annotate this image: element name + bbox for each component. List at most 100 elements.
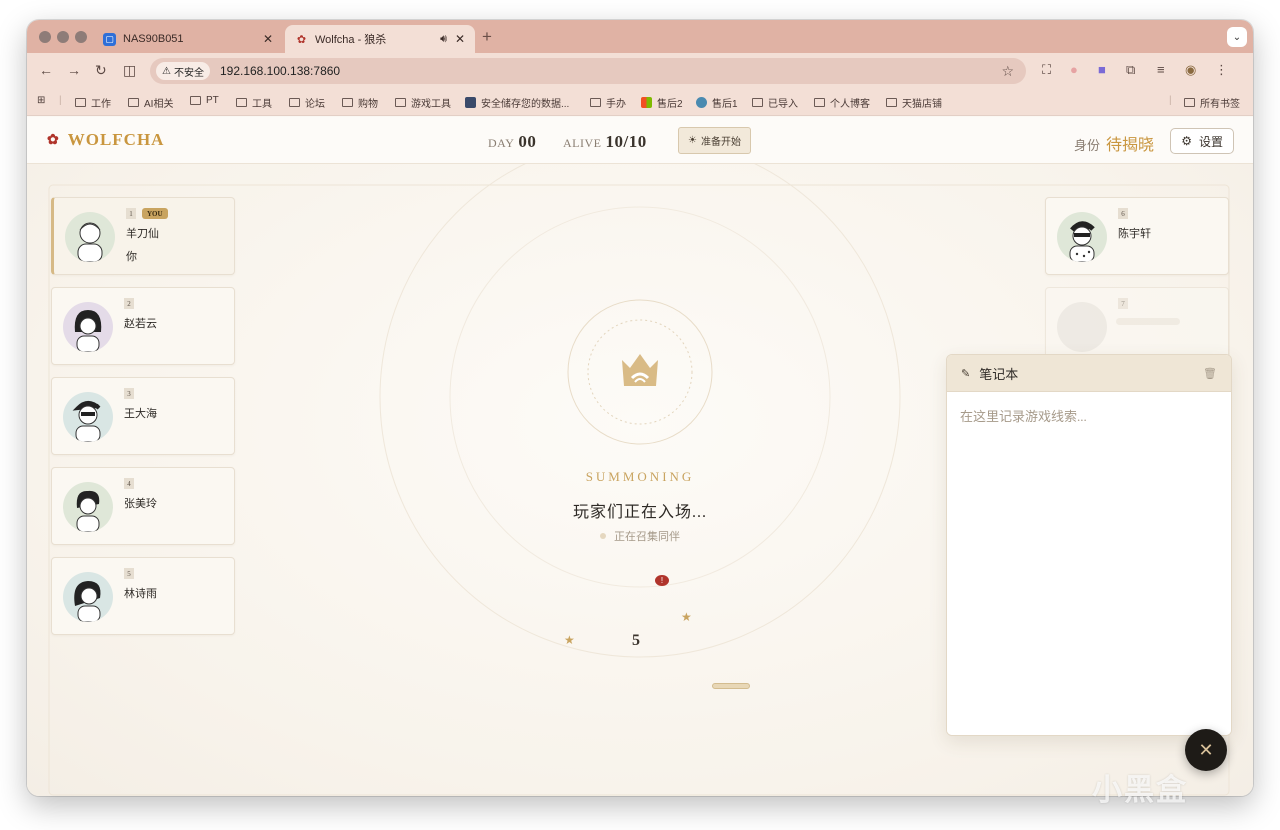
windows-icon: [641, 97, 652, 108]
star-icon: ★: [564, 633, 575, 647]
player-name: 赵若云: [124, 318, 157, 330]
player-card-1[interactable]: 1 YOU 羊刀仙 你: [51, 197, 235, 275]
player-self-label: 你: [126, 251, 137, 263]
alive-value: 10/10: [605, 132, 647, 151]
player-name: 陈宇轩: [1118, 228, 1151, 240]
game-header: ✿ WOLFCHA DAY 00 ALIVE 10/10 ☀ 准备开始 身份 待揭晓 …: [27, 117, 1253, 164]
alive-label: ALIVE: [563, 136, 602, 150]
url-text[interactable]: 192.168.100.138:7860: [220, 64, 340, 78]
speaker-icon[interactable]: 🔊︎: [440, 33, 447, 46]
gear-icon: ⚙: [1181, 134, 1192, 148]
notebook-textarea[interactable]: [947, 392, 1231, 735]
wolfcha-app: ✿ WOLFCHA DAY 00 ALIVE 10/10 ☀ 准备开始 身份 待揭晓 …: [27, 117, 1253, 796]
avatar: [65, 212, 115, 262]
bookmark-divider: |: [59, 95, 62, 106]
settings-button[interactable]: ⚙ 设置: [1170, 128, 1234, 154]
split-view-icon[interactable]: ◫: [123, 62, 136, 79]
player-name: 王大海: [124, 408, 157, 420]
tab-title: Wolfcha - 狼杀: [315, 34, 387, 46]
tab-nas[interactable]: ▢ NAS90B051 ✕: [93, 25, 283, 53]
seat-number: 1: [126, 208, 136, 219]
nas-favicon-icon: ▢: [103, 32, 116, 46]
bookmark-item[interactable]: PT: [190, 95, 219, 106]
bookmark-item[interactable]: 工具: [236, 95, 272, 110]
avatar: [63, 392, 113, 442]
profile-avatar-icon[interactable]: ◉: [1185, 62, 1196, 78]
name-skeleton: [1116, 318, 1180, 325]
you-badge: YOU: [142, 208, 168, 219]
close-tab-icon[interactable]: ✕: [455, 32, 465, 46]
more-menu-icon[interactable]: ⋮: [1215, 62, 1228, 78]
role-display: 身份 待揭晓: [1074, 131, 1154, 155]
avatar: [63, 302, 113, 352]
minimize-window-button[interactable]: [57, 31, 69, 43]
tab-title: NAS90B051: [123, 33, 184, 45]
bookmark-item[interactable]: 论坛: [289, 95, 325, 110]
trash-icon[interactable]: 🗑︎: [1203, 367, 1217, 380]
close-notebook-button[interactable]: ✕: [1185, 729, 1227, 771]
folder-icon: [236, 98, 247, 107]
bookmark-item[interactable]: 售后1: [696, 95, 738, 110]
zoom-window-button[interactable]: [75, 31, 87, 43]
seat-number: 3: [124, 388, 134, 399]
bookmarks-bar: ⊞ | 工作 AI相关 PT 工具 论坛 购物 游戏工具 安全储存您的数据...…: [27, 89, 1253, 116]
close-icon: ✕: [1198, 739, 1214, 760]
bookmark-item[interactable]: 工作: [75, 95, 111, 110]
player-card-2[interactable]: 2 赵若云: [51, 287, 235, 365]
folder-icon: [886, 98, 897, 107]
status-sub-text: 正在召集同伴: [614, 531, 680, 543]
all-bookmarks[interactable]: 所有书签: [1184, 95, 1240, 110]
reload-icon[interactable]: ↻: [95, 62, 107, 79]
extensions-puzzle-icon[interactable]: ⧉: [1126, 62, 1135, 78]
role-label: 身份: [1073, 138, 1100, 153]
bookmark-item[interactable]: 天猫店铺: [886, 95, 942, 110]
tab-wolfcha[interactable]: ✿ Wolfcha - 狼杀 🔊︎ ✕: [285, 25, 475, 53]
bookmark-item[interactable]: 已导入: [752, 95, 798, 110]
new-tab-button[interactable]: +: [482, 27, 492, 47]
edit-icon: ✎: [961, 367, 971, 380]
alive-counter: ALIVE 10/10: [563, 132, 647, 152]
ready-start-button[interactable]: ☀ 准备开始: [678, 127, 751, 154]
back-icon[interactable]: ←: [39, 62, 53, 78]
seat-number: 7: [1118, 298, 1128, 309]
security-label: 不安全: [173, 67, 204, 79]
bookmark-item[interactable]: AI相关: [128, 95, 173, 110]
folder-icon: [342, 98, 353, 107]
bookmark-item[interactable]: 个人博客: [814, 95, 870, 110]
reading-list-icon[interactable]: ≡: [1157, 62, 1165, 77]
notebook-header: ✎ 笔记本 🗑︎: [947, 355, 1231, 392]
logo[interactable]: ✿ WOLFCHA: [47, 130, 164, 150]
close-window-button[interactable]: [39, 31, 51, 43]
bookmark-item[interactable]: 安全储存您的数据...: [465, 95, 569, 110]
address-bar[interactable]: ⚠ 不安全 192.168.100.138:7860 ☆: [150, 58, 1026, 84]
folder-icon: [190, 96, 201, 105]
bookmark-item[interactable]: 手办: [590, 95, 626, 110]
bookmark-item[interactable]: 售后2: [641, 95, 683, 110]
extension-icon[interactable]: ⛶: [1042, 62, 1051, 78]
progress-pill: [712, 683, 750, 689]
bookmark-item[interactable]: 游戏工具: [395, 95, 451, 110]
extension-app-icon[interactable]: ■: [1098, 62, 1106, 77]
sun-icon: ☀: [688, 135, 697, 146]
watermark: 小黑盒: [1092, 773, 1188, 808]
notebook-panel: ✎ 笔记本 🗑︎: [946, 354, 1232, 736]
close-tab-icon[interactable]: ✕: [263, 32, 273, 46]
day-label: DAY: [488, 136, 515, 150]
extension-pig-icon[interactable]: ●: [1070, 62, 1078, 77]
security-badge[interactable]: ⚠ 不安全: [156, 62, 210, 80]
player-name: 林诗雨: [124, 588, 157, 600]
bookmark-star-icon[interactable]: ☆: [1001, 63, 1014, 80]
player-card-6[interactable]: 6 陈宇轩: [1045, 197, 1229, 275]
tab-strip: ▢ NAS90B051 ✕ ✿ Wolfcha - 狼杀 🔊︎ ✕ + ⌄: [27, 20, 1253, 53]
player-card-5[interactable]: 5 林诗雨: [51, 557, 235, 635]
tab-search-button[interactable]: ⌄: [1227, 27, 1247, 47]
folder-icon: [1184, 98, 1195, 107]
bookmark-item[interactable]: 购物: [342, 95, 378, 110]
apps-grid-icon[interactable]: ⊞: [37, 95, 45, 106]
ready-label: 准备开始: [700, 137, 741, 148]
pulse-dot: [600, 533, 606, 539]
forward-icon[interactable]: →: [67, 62, 81, 78]
avatar: [63, 572, 113, 622]
player-card-3[interactable]: 3 王大海: [51, 377, 235, 455]
day-counter: DAY 00: [488, 132, 536, 152]
